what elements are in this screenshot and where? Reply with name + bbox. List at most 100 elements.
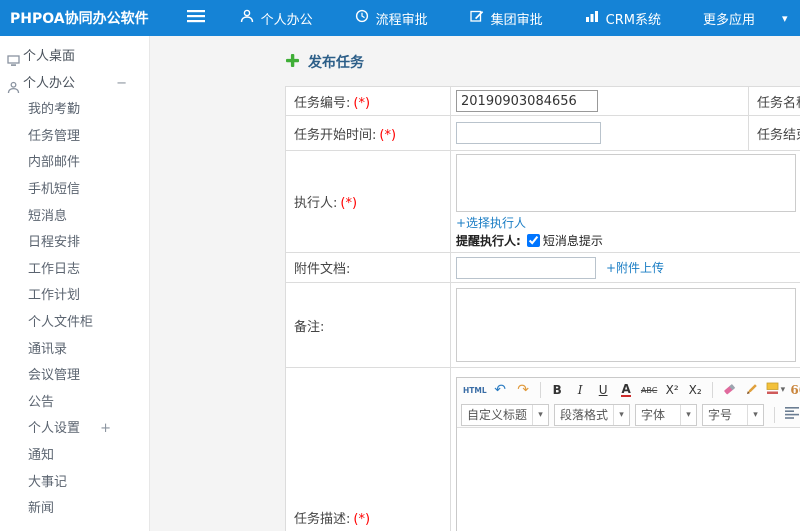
sidebar-item-task-management[interactable]: 任务管理 — [0, 124, 149, 151]
app-logo: PHPOA协同办公软件 — [10, 11, 149, 27]
sidebar-item-memorabilia[interactable]: 大事记 — [0, 470, 149, 497]
sidebar-item-label: 通知 — [28, 447, 55, 463]
task-name-label-cell: 任务名称:(*) — [748, 86, 800, 116]
subscript-button[interactable]: X₂ — [685, 380, 706, 401]
sidebar-item-label: 个人桌面 — [23, 49, 76, 64]
task-number-field-cell — [450, 86, 749, 116]
chevron-down-icon: ▾ — [780, 385, 786, 395]
sidebar-item-mobile-sms[interactable]: 手机短信 — [0, 177, 149, 204]
task-number-input[interactable] — [456, 90, 598, 112]
expand-icon[interactable]: + — [100, 421, 111, 436]
chevron-down-icon[interactable]: ▾ — [782, 12, 788, 25]
source-code-button[interactable]: HTML — [462, 380, 488, 401]
sidebar-item-label: 会议管理 — [28, 368, 81, 384]
main-content: 发布任务 任务编号:(*) 任务名称:(*) — [150, 36, 800, 531]
bold-button[interactable]: B — [547, 380, 568, 401]
remark-field-cell — [450, 282, 800, 368]
sidebar-item-personal-file-cabinet[interactable]: 个人文件柜 — [0, 310, 149, 337]
attachment-upload-link[interactable]: +附件上传 — [606, 259, 664, 276]
brush-icon — [745, 382, 759, 399]
sidebar-item-short-message[interactable]: 短消息 — [0, 204, 149, 231]
nav-label: 集团审批 — [490, 12, 543, 28]
sidebar-item-personal-settings[interactable]: 个人设置 + — [0, 416, 149, 443]
sidebar-item-label: 个人文件柜 — [28, 314, 94, 330]
attachment-field-cell: +附件上传 — [450, 252, 800, 283]
app-window: PHPOA协同办公软件 个人办公 流程审批 集团审批 CRM系统 更多应用 ▾ … — [0, 0, 800, 531]
start-time-input[interactable] — [456, 122, 601, 144]
highlight-color-button[interactable]: ▾ — [765, 380, 787, 401]
remove-format-button[interactable] — [719, 380, 740, 401]
nav-more-apps[interactable]: 更多应用 ▾ — [682, 0, 800, 36]
font-size-select[interactable]: 字号 ▾ — [702, 403, 764, 426]
end-time-label: 任务结束时间: — [757, 127, 800, 143]
executor-label: 执行人: — [294, 196, 338, 211]
attachment-label: 附件文档: — [294, 262, 351, 277]
align-left-icon — [784, 407, 799, 422]
edit-icon — [469, 9, 484, 27]
nav-crm-system[interactable]: CRM系统 — [564, 0, 682, 36]
start-time-label: 任务开始时间: — [294, 127, 377, 143]
highlight-icon — [766, 382, 779, 398]
italic-button[interactable]: I — [570, 380, 591, 401]
publish-task-form: 任务编号:(*) 任务名称:(*) 任务开始时间:(*) — [285, 86, 800, 531]
toolbar-separator — [774, 406, 775, 423]
align-left-button[interactable] — [781, 404, 800, 425]
sidebar-item-label: 个人设置 — [28, 421, 81, 437]
sidebar-item-work-plan[interactable]: 工作计划 — [0, 283, 149, 310]
nav-label: 个人办公 — [260, 12, 313, 28]
font-family-select[interactable]: 字体 ▾ — [635, 403, 697, 426]
sidebar-item-contacts[interactable]: 通讯录 — [0, 337, 149, 364]
person-icon — [240, 9, 254, 27]
sidebar-item-label: 新闻 — [28, 501, 55, 517]
description-label-cell: 任务描述: (*) — [285, 367, 451, 531]
required-mark: (*) — [353, 512, 371, 527]
remark-textarea[interactable] — [456, 288, 796, 362]
sidebar-item-meeting-management[interactable]: 会议管理 — [0, 363, 149, 390]
nav-personal-office[interactable]: 个人办公 — [219, 0, 334, 36]
sidebar-item-news[interactable]: 新闻 — [0, 496, 149, 523]
sidebar-item-label: 日程安排 — [28, 235, 81, 251]
attachment-label-cell: 附件文档: — [285, 252, 451, 283]
sidebar-item-label: 个人办公 — [23, 75, 76, 91]
sidebar-item-announcement[interactable]: 公告 — [0, 390, 149, 417]
executor-field-cell: +选择执行人 提醒执行人: 短消息提示 — [450, 150, 800, 253]
blockquote-button[interactable]: 66 — [788, 380, 800, 401]
page-title-text: 发布任务 — [308, 55, 364, 71]
nav-group-approval[interactable]: 集团审批 — [449, 0, 564, 36]
superscript-button[interactable]: X² — [662, 380, 683, 401]
sidebar-item-personal-office[interactable]: 个人办公 − — [0, 71, 149, 98]
sidebar-item-label: 公告 — [28, 394, 55, 410]
editor-content-area[interactable] — [457, 427, 800, 531]
format-painter-button[interactable] — [742, 380, 763, 401]
undo-button[interactable]: ↶ — [490, 380, 511, 401]
sidebar-item-work-log[interactable]: 工作日志 — [0, 257, 149, 284]
paragraph-format-select[interactable]: 段落格式 ▾ — [554, 403, 630, 426]
sidebar-item-notification[interactable]: 通知 — [0, 443, 149, 470]
start-time-label-cell: 任务开始时间: (*) — [285, 115, 451, 151]
sidebar-item-internal-mail[interactable]: 内部邮件 — [0, 150, 149, 177]
sidebar-item-label: 任务管理 — [28, 128, 81, 144]
strikethrough-button[interactable]: ABC — [639, 380, 660, 401]
required-mark: (*) — [379, 127, 397, 143]
underline-button[interactable]: U — [593, 380, 614, 401]
collapse-icon[interactable]: − — [116, 71, 127, 98]
select-label: 字体 — [641, 408, 666, 422]
rich-text-editor: HTML ↶ ↷ B I U A ABC X² X₂ ▾ 6 自定义标题 ▾ 段… — [456, 376, 800, 531]
menu-toggle-button[interactable] — [186, 9, 205, 27]
char-border-button[interactable]: A — [621, 383, 631, 397]
chevron-down-icon: ▾ — [613, 404, 629, 425]
redo-button[interactable]: ↷ — [513, 380, 534, 401]
task-name-label: 任务名称: — [757, 95, 800, 111]
sms-notify-checkbox[interactable] — [526, 234, 540, 247]
choose-executor-link[interactable]: +选择执行人 — [456, 214, 526, 231]
sidebar-item-schedule[interactable]: 日程安排 — [0, 230, 149, 257]
executor-display-box[interactable] — [456, 154, 796, 212]
custom-heading-select[interactable]: 自定义标题 ▾ — [461, 403, 549, 426]
toolbar-separator — [539, 382, 541, 398]
attachment-input[interactable] — [456, 256, 596, 279]
sidebar-item-label: 工作日志 — [28, 261, 81, 277]
sidebar-item-label: 手机短信 — [28, 181, 81, 197]
nav-workflow-approval[interactable]: 流程审批 — [334, 0, 449, 36]
sidebar-item-personal-desktop[interactable]: 个人桌面 — [0, 44, 149, 71]
sidebar-item-my-attendance[interactable]: 我的考勤 — [0, 97, 149, 124]
